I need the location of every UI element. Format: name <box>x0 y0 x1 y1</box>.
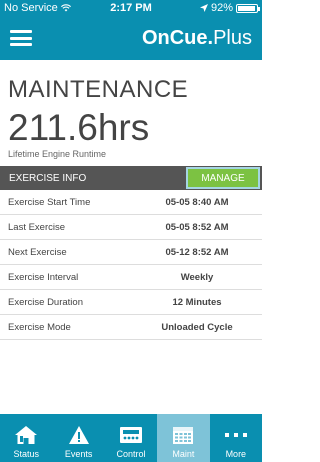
calendar-icon <box>172 423 194 447</box>
tab-events[interactable]: Events <box>52 414 104 462</box>
top-bar: No Service 2:17 PM 92% OnCue.Plus <box>0 0 262 60</box>
tab-label: Control <box>116 449 146 459</box>
control-panel-icon <box>119 423 143 447</box>
battery-fill <box>238 5 255 11</box>
battery-icon <box>236 3 260 13</box>
row-label: Exercise Duration <box>8 296 83 308</box>
hamburger-line <box>10 36 32 40</box>
more-dots-icon <box>224 423 248 447</box>
section-title: EXERCISE INFO <box>9 172 87 184</box>
row-label: Exercise Start Time <box>8 196 91 208</box>
tab-control[interactable]: Control <box>105 414 157 462</box>
table-row: Last Exercise 05-05 8:52 AM <box>0 215 262 240</box>
app-header: OnCue.Plus <box>0 16 262 60</box>
hamburger-line <box>10 43 32 46</box>
main-content: MAINTENANCE 211.6hrs Lifetime Engine Run… <box>0 60 262 159</box>
tab-more[interactable]: More <box>210 414 262 462</box>
tab-label: Events <box>64 449 93 459</box>
row-value: 05-12 8:52 AM <box>165 246 229 258</box>
tab-label: Status <box>13 449 39 459</box>
row-label: Exercise Interval <box>8 271 79 283</box>
runtime-caption: Lifetime Engine Runtime <box>8 149 107 159</box>
hamburger-menu-icon[interactable] <box>10 30 32 46</box>
exercise-info-section: EXERCISE INFO MANAGE Exercise Start Time… <box>0 166 262 340</box>
bottom-tab-bar: Status Events Control Maint More <box>0 414 262 462</box>
table-row: Exercise Mode Unloaded Cycle <box>0 315 262 340</box>
row-label: Next Exercise <box>8 246 67 258</box>
row-value: 12 Minutes <box>172 296 222 308</box>
tab-status[interactable]: Status <box>0 414 52 462</box>
oncue-plus-logo: OnCue.Plus <box>142 27 252 50</box>
exercise-info-header: EXERCISE INFO MANAGE <box>0 166 262 190</box>
row-value: Unloaded Cycle <box>161 321 233 333</box>
logo-main: OnCue. <box>141 26 214 49</box>
tab-label: More <box>225 449 247 459</box>
table-row: Next Exercise 05-12 8:52 AM <box>0 240 262 265</box>
table-row: Exercise Start Time 05-05 8:40 AM <box>0 190 262 215</box>
row-value: 05-05 8:52 AM <box>165 221 229 233</box>
row-label: Exercise Mode <box>8 321 71 333</box>
warning-icon <box>68 423 90 447</box>
status-bar: No Service 2:17 PM 92% <box>0 0 262 16</box>
page-title: MAINTENANCE <box>8 76 189 103</box>
status-time: 2:17 PM <box>110 2 152 14</box>
manage-button[interactable]: MANAGE <box>186 167 260 189</box>
table-row: Exercise Duration 12 Minutes <box>0 290 262 315</box>
hamburger-line <box>10 30 32 33</box>
runtime-hours: 211.6hrs <box>8 107 150 148</box>
logo-plus: Plus <box>213 26 252 49</box>
row-value: Weekly <box>180 271 214 283</box>
home-icon <box>14 423 38 447</box>
tab-label: Maint <box>172 449 195 459</box>
row-label: Last Exercise <box>8 221 66 233</box>
tab-maint[interactable]: Maint <box>157 414 210 462</box>
table-row: Exercise Interval Weekly <box>0 265 262 290</box>
row-value: 05-05 8:40 AM <box>165 196 229 208</box>
